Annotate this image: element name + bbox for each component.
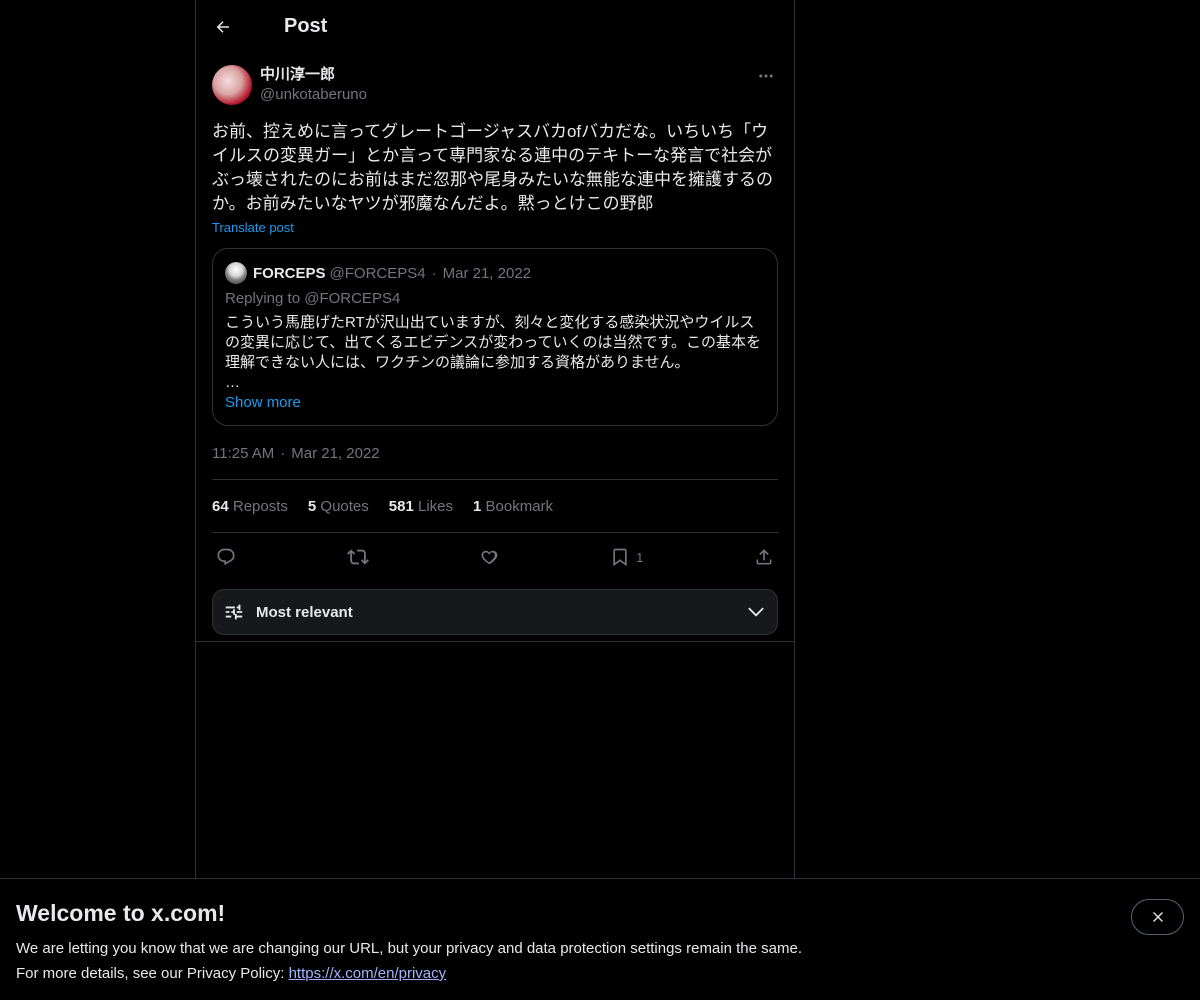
quoted-author-handle: @FORCEPS4: [329, 264, 426, 282]
banner-title: Welcome to x.com!: [16, 900, 226, 926]
likes-label: Likes: [417, 497, 454, 515]
author-name[interactable]: 中川淳一郎: [260, 65, 367, 85]
bookmark-button[interactable]: 1: [610, 547, 643, 567]
post-time[interactable]: 11:25 AM: [212, 445, 274, 462]
avatar[interactable]: [212, 65, 252, 105]
bookmarks-count: 1: [473, 497, 482, 515]
chevron-down-icon: [748, 607, 764, 617]
share-icon: [756, 549, 772, 565]
banner-privacy-line: For more details, see our Privacy Policy…: [16, 961, 1184, 986]
privacy-policy-link[interactable]: https://x.com/en/privacy: [289, 965, 447, 982]
reply-icon: [217, 548, 235, 566]
repost-icon: [346, 549, 369, 565]
reply-sort-dropdown[interactable]: Most relevant: [212, 589, 778, 635]
bookmarks-label: Bookmark: [485, 497, 554, 515]
more-options-button[interactable]: [756, 66, 776, 86]
reposts-count: 64: [212, 497, 229, 515]
more-horizontal-icon: [759, 74, 773, 78]
close-banner-button[interactable]: [1131, 899, 1184, 935]
quotes-count: 5: [307, 497, 317, 515]
bookmark-count: 1: [636, 549, 644, 565]
author-handle[interactable]: @unkotaberuno: [260, 85, 367, 105]
post-actions: 1: [212, 533, 778, 581]
like-button[interactable]: [479, 547, 499, 567]
back-button[interactable]: [212, 16, 234, 38]
post-timestamp: 11:25 AM · Mar 21, 2022: [212, 443, 778, 463]
banner-message: We are letting you know that we are chan…: [16, 940, 802, 957]
banner-privacy-prefix: For more details, see our Privacy Policy…: [16, 965, 289, 982]
heart-icon: [481, 550, 498, 565]
likes-count: 581: [388, 497, 414, 515]
sliders-icon: [225, 604, 243, 620]
bookmark-icon: [613, 548, 627, 567]
page-title: Post: [284, 15, 328, 37]
reposts-label: Reposts: [232, 497, 288, 515]
bookmarks-stat[interactable]: 1 Bookmark: [473, 498, 553, 515]
quoted-avatar: [225, 262, 247, 284]
quotes-label: Quotes: [320, 497, 369, 515]
close-icon: [1152, 912, 1163, 922]
quoted-ellipsis: …: [225, 374, 240, 391]
url-change-banner: Welcome to x.com! We are letting you kno…: [0, 878, 1200, 1000]
separator-dot: ·: [280, 444, 286, 462]
post-stats: 64 Reposts 5 Quotes 581 Likes 1 Bookmark: [212, 480, 778, 532]
sort-label: Most relevant: [256, 603, 353, 621]
post-date[interactable]: Mar 21, 2022: [291, 445, 379, 462]
reply-button[interactable]: [216, 547, 236, 567]
reposts-stat[interactable]: 64 Reposts: [212, 498, 288, 515]
divider: [196, 641, 794, 642]
arrow-left-icon: [216, 20, 229, 33]
quoted-post-text: こういう馬鹿げたRTが沢山出ていますが、刻々と変化する感染状況やウイルスの変異に…: [225, 314, 761, 371]
replying-to: Replying to @FORCEPS4: [225, 290, 401, 307]
quotes-stat[interactable]: 5 Quotes: [308, 498, 369, 515]
page-header: Post: [196, 0, 794, 53]
quoted-author-name: FORCEPS: [253, 264, 326, 282]
share-button[interactable]: [754, 547, 774, 567]
quoted-post-header: FORCEPS @FORCEPS4 · Mar 21, 2022: [225, 261, 765, 285]
quoted-post-date: Mar 21, 2022: [442, 264, 531, 282]
likes-stat[interactable]: 581 Likes: [389, 498, 453, 515]
quoted-post[interactable]: FORCEPS @FORCEPS4 · Mar 21, 2022 Replyin…: [212, 248, 778, 426]
translate-post-link[interactable]: Translate post: [212, 220, 294, 235]
repost-button[interactable]: [346, 546, 369, 568]
main-column: Post 中川淳一郎 @unkotaberuno お前、控えめに言ってグレートゴ…: [195, 0, 795, 878]
author-names: 中川淳一郎 @unkotaberuno: [260, 65, 367, 105]
post: 中川淳一郎 @unkotaberuno お前、控えめに言ってグレートゴージャスバ…: [196, 64, 794, 635]
show-more-link[interactable]: Show more: [225, 393, 765, 413]
post-text: お前、控えめに言ってグレートゴージャスバカofバカだな。いちいち「ウイルスの変異…: [212, 122, 773, 213]
separator-dot: ·: [431, 264, 437, 282]
post-author: 中川淳一郎 @unkotaberuno: [212, 64, 778, 106]
